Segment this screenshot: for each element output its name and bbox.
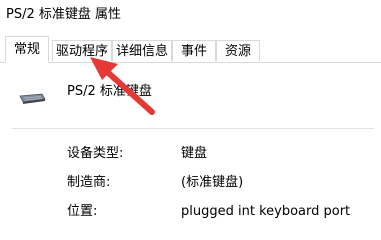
location-label: 位置:: [67, 204, 98, 219]
tab-resources[interactable]: 资源: [216, 40, 260, 61]
divider: [12, 128, 374, 129]
window-title: PS/2 标准键盘 属性: [6, 7, 122, 22]
tab-driver[interactable]: 驱动程序: [52, 40, 112, 61]
location-value: plugged int keyboard port: [181, 204, 351, 219]
device-name: PS/2 标准键盘: [67, 84, 152, 99]
manufacturer-value: (标准键盘): [181, 175, 244, 190]
keyboard-icon: [19, 93, 46, 104]
tab-general[interactable]: 常规: [5, 36, 49, 63]
device-type-label: 设备类型:: [67, 146, 124, 161]
tab-details[interactable]: 详细信息: [112, 40, 172, 61]
tab-events[interactable]: 事件: [172, 40, 216, 61]
device-type-value: 键盘: [181, 146, 208, 161]
manufacturer-label: 制造商:: [67, 175, 111, 190]
properties-window: PS/2 标准键盘 属性 常规 驱动程序 详细信息 事件 资源 PS/2 标准键…: [0, 0, 381, 240]
